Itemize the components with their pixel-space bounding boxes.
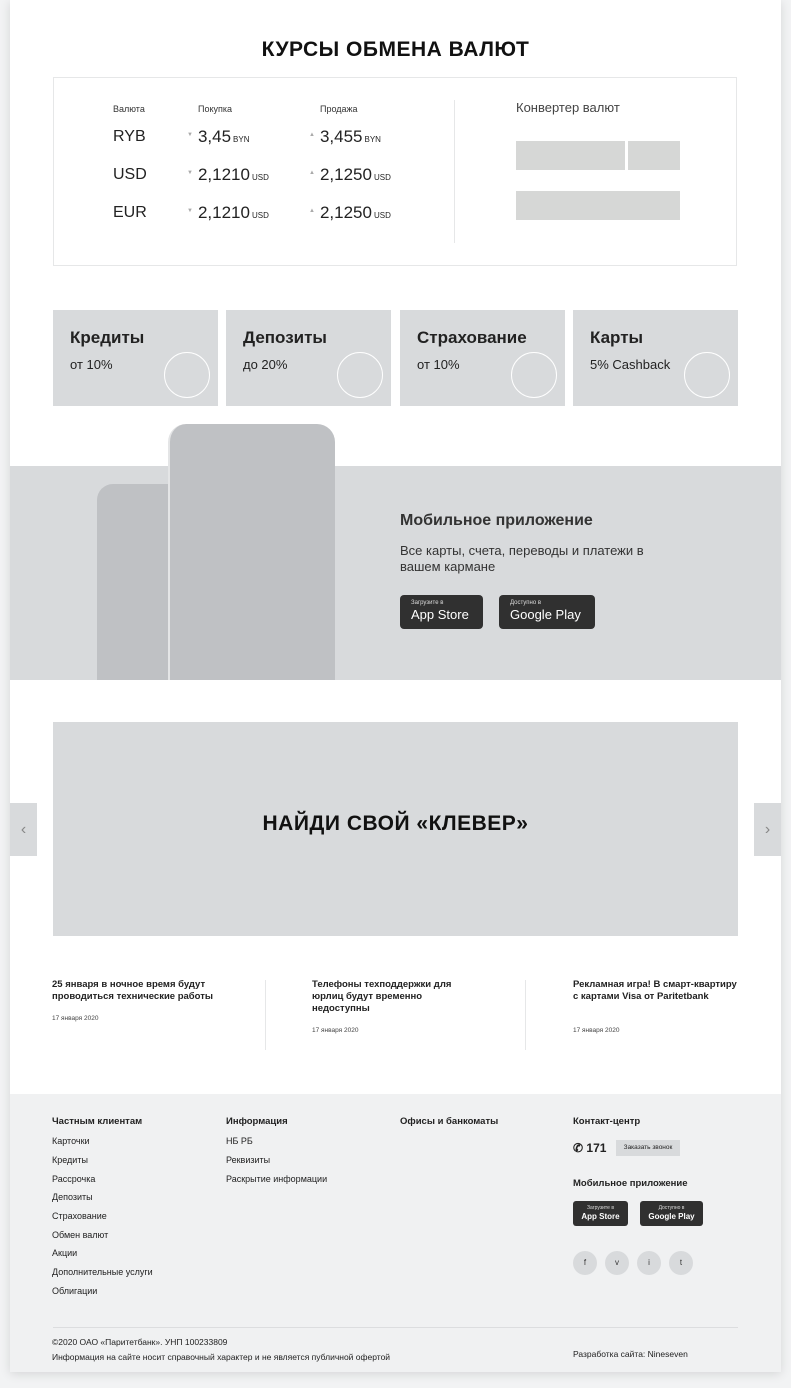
down-arrow-icon: ▼	[187, 208, 193, 214]
call-back-button[interactable]: Заказать звонок	[616, 1140, 680, 1156]
footer	[10, 1094, 781, 1372]
footer-col-title: Частным клиентам	[52, 1116, 143, 1127]
product-subtitle: 5% Cashback	[590, 357, 671, 372]
product-subtitle: от 10%	[70, 357, 113, 372]
converter-amount-input[interactable]	[516, 141, 625, 170]
rates-header-currency: Валюта	[113, 104, 145, 114]
footer-google-play-button[interactable]: Доступно в Google Play	[640, 1201, 703, 1226]
rate-currency: USD	[113, 166, 147, 183]
footer-link[interactable]: Карточки	[52, 1136, 90, 1146]
copyright: ©2020 ОАО «Паритетбанк». УНП 100233809	[52, 1337, 228, 1347]
product-circle-icon	[164, 352, 210, 398]
banner-title: НАЙДИ СВОЙ «КЛЕВЕР»	[262, 812, 529, 835]
product-card-cards[interactable]: Карты 5% Cashback	[573, 310, 738, 406]
footer-link[interactable]: Дополнительные услуги	[52, 1267, 153, 1277]
product-circle-icon	[337, 352, 383, 398]
converter-result-field[interactable]	[516, 191, 680, 220]
page-title: КУРСЫ ОБМЕНА ВАЛЮТ	[261, 38, 530, 61]
contact-center-title: Контакт-центр	[573, 1116, 641, 1127]
product-subtitle: от 10%	[417, 357, 460, 372]
twitter-icon[interactable]: t	[669, 1251, 693, 1275]
up-arrow-icon: ▲	[309, 170, 315, 176]
rate-currency: EUR	[113, 204, 147, 221]
phone-image-back	[97, 484, 169, 680]
product-card-insurance[interactable]: Страхование от 10%	[400, 310, 565, 406]
footer-link[interactable]: Страхование	[52, 1211, 107, 1221]
footer-offices-link[interactable]: Офисы и банкоматы	[400, 1116, 498, 1127]
rates-divider	[454, 100, 455, 243]
app-store-button[interactable]: Загрузите в App Store	[400, 595, 483, 629]
rates-header-buy: Покупка	[198, 104, 233, 114]
google-play-button[interactable]: Доступно в Google Play	[499, 595, 595, 629]
page-card: КУРСЫ ОБМЕНА ВАЛЮТ Валюта Покупка Продаж…	[10, 0, 781, 1372]
rate-buy: ▼ 2,1210 USD	[187, 165, 269, 184]
news-divider	[525, 980, 526, 1050]
mobile-app-title: Мобильное приложение	[400, 512, 593, 529]
chevron-left-icon: ‹	[20, 821, 27, 838]
footer-link[interactable]: Рассрочка	[52, 1174, 95, 1184]
footer-link[interactable]: Раскрытие информации	[226, 1174, 327, 1184]
news-item[interactable]: Телефоны техподдержки для юрлиц будут вр…	[312, 979, 462, 1034]
phone-image-front	[168, 424, 335, 680]
developer-credit[interactable]: Разработка сайта: Nineseven	[573, 1349, 688, 1359]
instagram-icon[interactable]: i	[637, 1251, 661, 1275]
rate-sell: ▲ 3,455 BYN	[309, 127, 381, 146]
footer-divider	[53, 1327, 738, 1328]
rate-buy: ▼ 3,45 BYN	[187, 127, 250, 146]
contact-phone[interactable]: ✆ 171	[573, 1141, 606, 1155]
news-date: 17 января 2020	[573, 1027, 620, 1034]
mobile-app-text: Все карты, счета, переводы и платежи в в…	[400, 543, 644, 574]
news-item[interactable]: 25 января в ночное время будут проводить…	[52, 979, 222, 1022]
product-subtitle: до 20%	[243, 357, 288, 372]
rates-header-sell: Продажа	[320, 104, 358, 114]
product-card-credits[interactable]: Кредиты от 10%	[53, 310, 218, 406]
product-card-deposits[interactable]: Депозиты до 20%	[226, 310, 391, 406]
footer-app-store-button[interactable]: Загрузите в App Store	[573, 1201, 628, 1226]
news-title[interactable]: 25 января в ночное время будут проводить…	[52, 979, 222, 1003]
product-title: Кредиты	[70, 328, 145, 347]
rate-buy: ▼ 2,1210 USD	[187, 203, 269, 222]
footer-link[interactable]: Кредиты	[52, 1155, 88, 1165]
news-title[interactable]: Рекламная игра! В смарт-квартиру с карта…	[573, 979, 741, 1003]
product-title: Страхование	[417, 328, 527, 347]
product-title: Карты	[590, 328, 644, 347]
slider-prev-button[interactable]: ‹	[10, 803, 37, 856]
vk-icon[interactable]: v	[605, 1251, 629, 1275]
news-title[interactable]: Телефоны техподдержки для юрлиц будут вр…	[312, 979, 462, 1015]
facebook-icon[interactable]: f	[573, 1251, 597, 1275]
disclaimer: Информация на сайте носит справочный хар…	[52, 1352, 391, 1362]
footer-mobile-title: Мобильное приложение	[573, 1178, 688, 1189]
slider-next-button[interactable]: ›	[754, 803, 781, 856]
news-item[interactable]: Рекламная игра! В смарт-квартиру с карта…	[573, 979, 741, 1034]
rates-panel: Валюта Покупка Продажа RYB ▼ 3,45 BYN ▲ 3,4…	[53, 77, 737, 266]
footer-link[interactable]: Депозиты	[52, 1192, 93, 1202]
product-circle-icon	[511, 352, 557, 398]
phone-icon: ✆	[573, 1141, 584, 1155]
chevron-right-icon: ›	[764, 821, 771, 838]
up-arrow-icon: ▲	[309, 208, 315, 214]
footer-link[interactable]: Обмен валют	[52, 1230, 108, 1240]
news-divider	[265, 980, 266, 1050]
converter-currency-select[interactable]	[628, 141, 680, 170]
footer-col-title: Информация	[226, 1116, 288, 1127]
rate-currency: RYB	[113, 128, 146, 145]
product-title: Депозиты	[243, 328, 327, 347]
down-arrow-icon: ▼	[187, 132, 193, 138]
rate-sell: ▲ 2,1250 USD	[309, 165, 391, 184]
up-arrow-icon: ▲	[309, 132, 315, 138]
rate-sell: ▲ 2,1250 USD	[309, 203, 391, 222]
product-circle-icon	[684, 352, 730, 398]
footer-link[interactable]: НБ РБ	[226, 1136, 253, 1146]
down-arrow-icon: ▼	[187, 170, 193, 176]
news-date: 17 января 2020	[312, 1027, 359, 1034]
footer-link[interactable]: Облигации	[52, 1286, 97, 1296]
news-date: 17 января 2020	[52, 1015, 99, 1022]
footer-link[interactable]: Акции	[52, 1248, 77, 1258]
footer-link[interactable]: Реквизиты	[226, 1155, 270, 1165]
converter-title: Конвертер валют	[516, 100, 620, 115]
